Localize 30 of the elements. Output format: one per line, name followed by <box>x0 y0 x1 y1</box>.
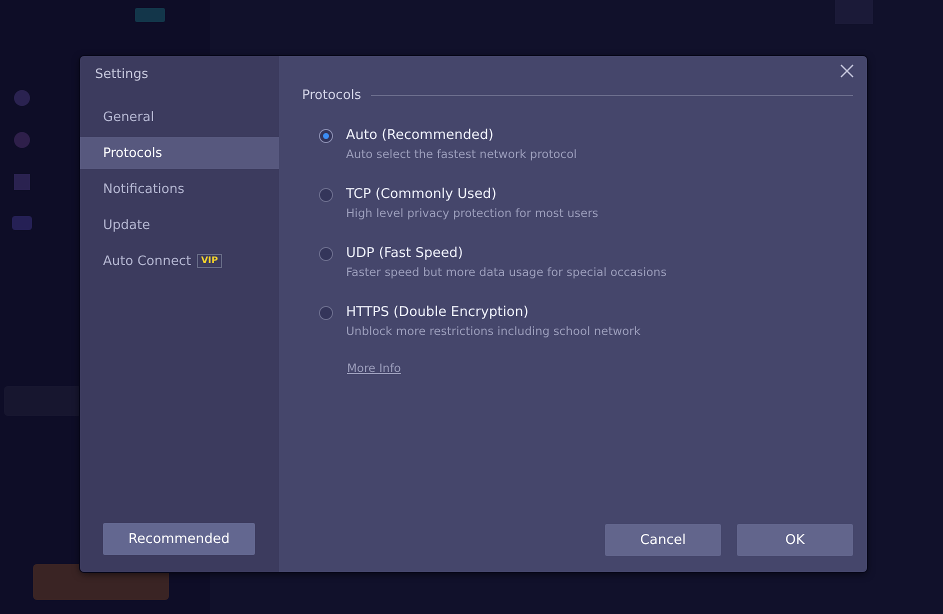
dialog-title: Settings <box>94 66 150 84</box>
section-title: Protocols <box>302 88 362 103</box>
option-description: Unblock more restrictions including school network <box>346 324 641 338</box>
sidebar-item-label: Auto Connect <box>103 254 192 268</box>
sidebar-item-label: Protocols <box>103 146 162 160</box>
more-info-link[interactable]: More Info <box>347 361 401 375</box>
sidebar-item-label: Notifications <box>103 182 184 196</box>
sidebar-item[interactable]: Notifications <box>80 173 279 205</box>
sidebar-item[interactable]: Update <box>80 209 279 241</box>
sidebar-item[interactable]: General <box>80 101 279 133</box>
radio-button[interactable] <box>319 188 333 202</box>
dialog-button[interactable]: OK <box>737 524 853 556</box>
sidebar-item-label: General <box>103 110 154 124</box>
sidebar-item[interactable]: Protocols <box>80 137 279 169</box>
option-label: HTTPS (Double Encryption) <box>346 304 530 320</box>
vip-badge: VIP <box>197 254 222 268</box>
radio-button[interactable] <box>319 129 333 143</box>
option-description: Faster speed but more data usage for special occasions <box>346 265 667 279</box>
option-label: UDP (Fast Speed) <box>346 245 464 261</box>
recommended-button[interactable]: Recommended <box>103 523 255 555</box>
option-label: Auto (Recommended) <box>346 127 495 143</box>
dialog-button[interactable]: Cancel <box>605 524 721 556</box>
radio-button[interactable] <box>319 306 333 320</box>
sidebar-item-label: Update <box>103 218 150 232</box>
option-description: High level privacy protection for most users <box>346 206 598 220</box>
close-icon[interactable] <box>840 64 854 78</box>
option-description: Auto select the fastest network protocol <box>346 147 577 161</box>
radio-button[interactable] <box>319 247 333 261</box>
sidebar-item[interactable]: Auto Connect VIP <box>80 245 279 277</box>
option-label: TCP (Commonly Used) <box>346 186 498 202</box>
